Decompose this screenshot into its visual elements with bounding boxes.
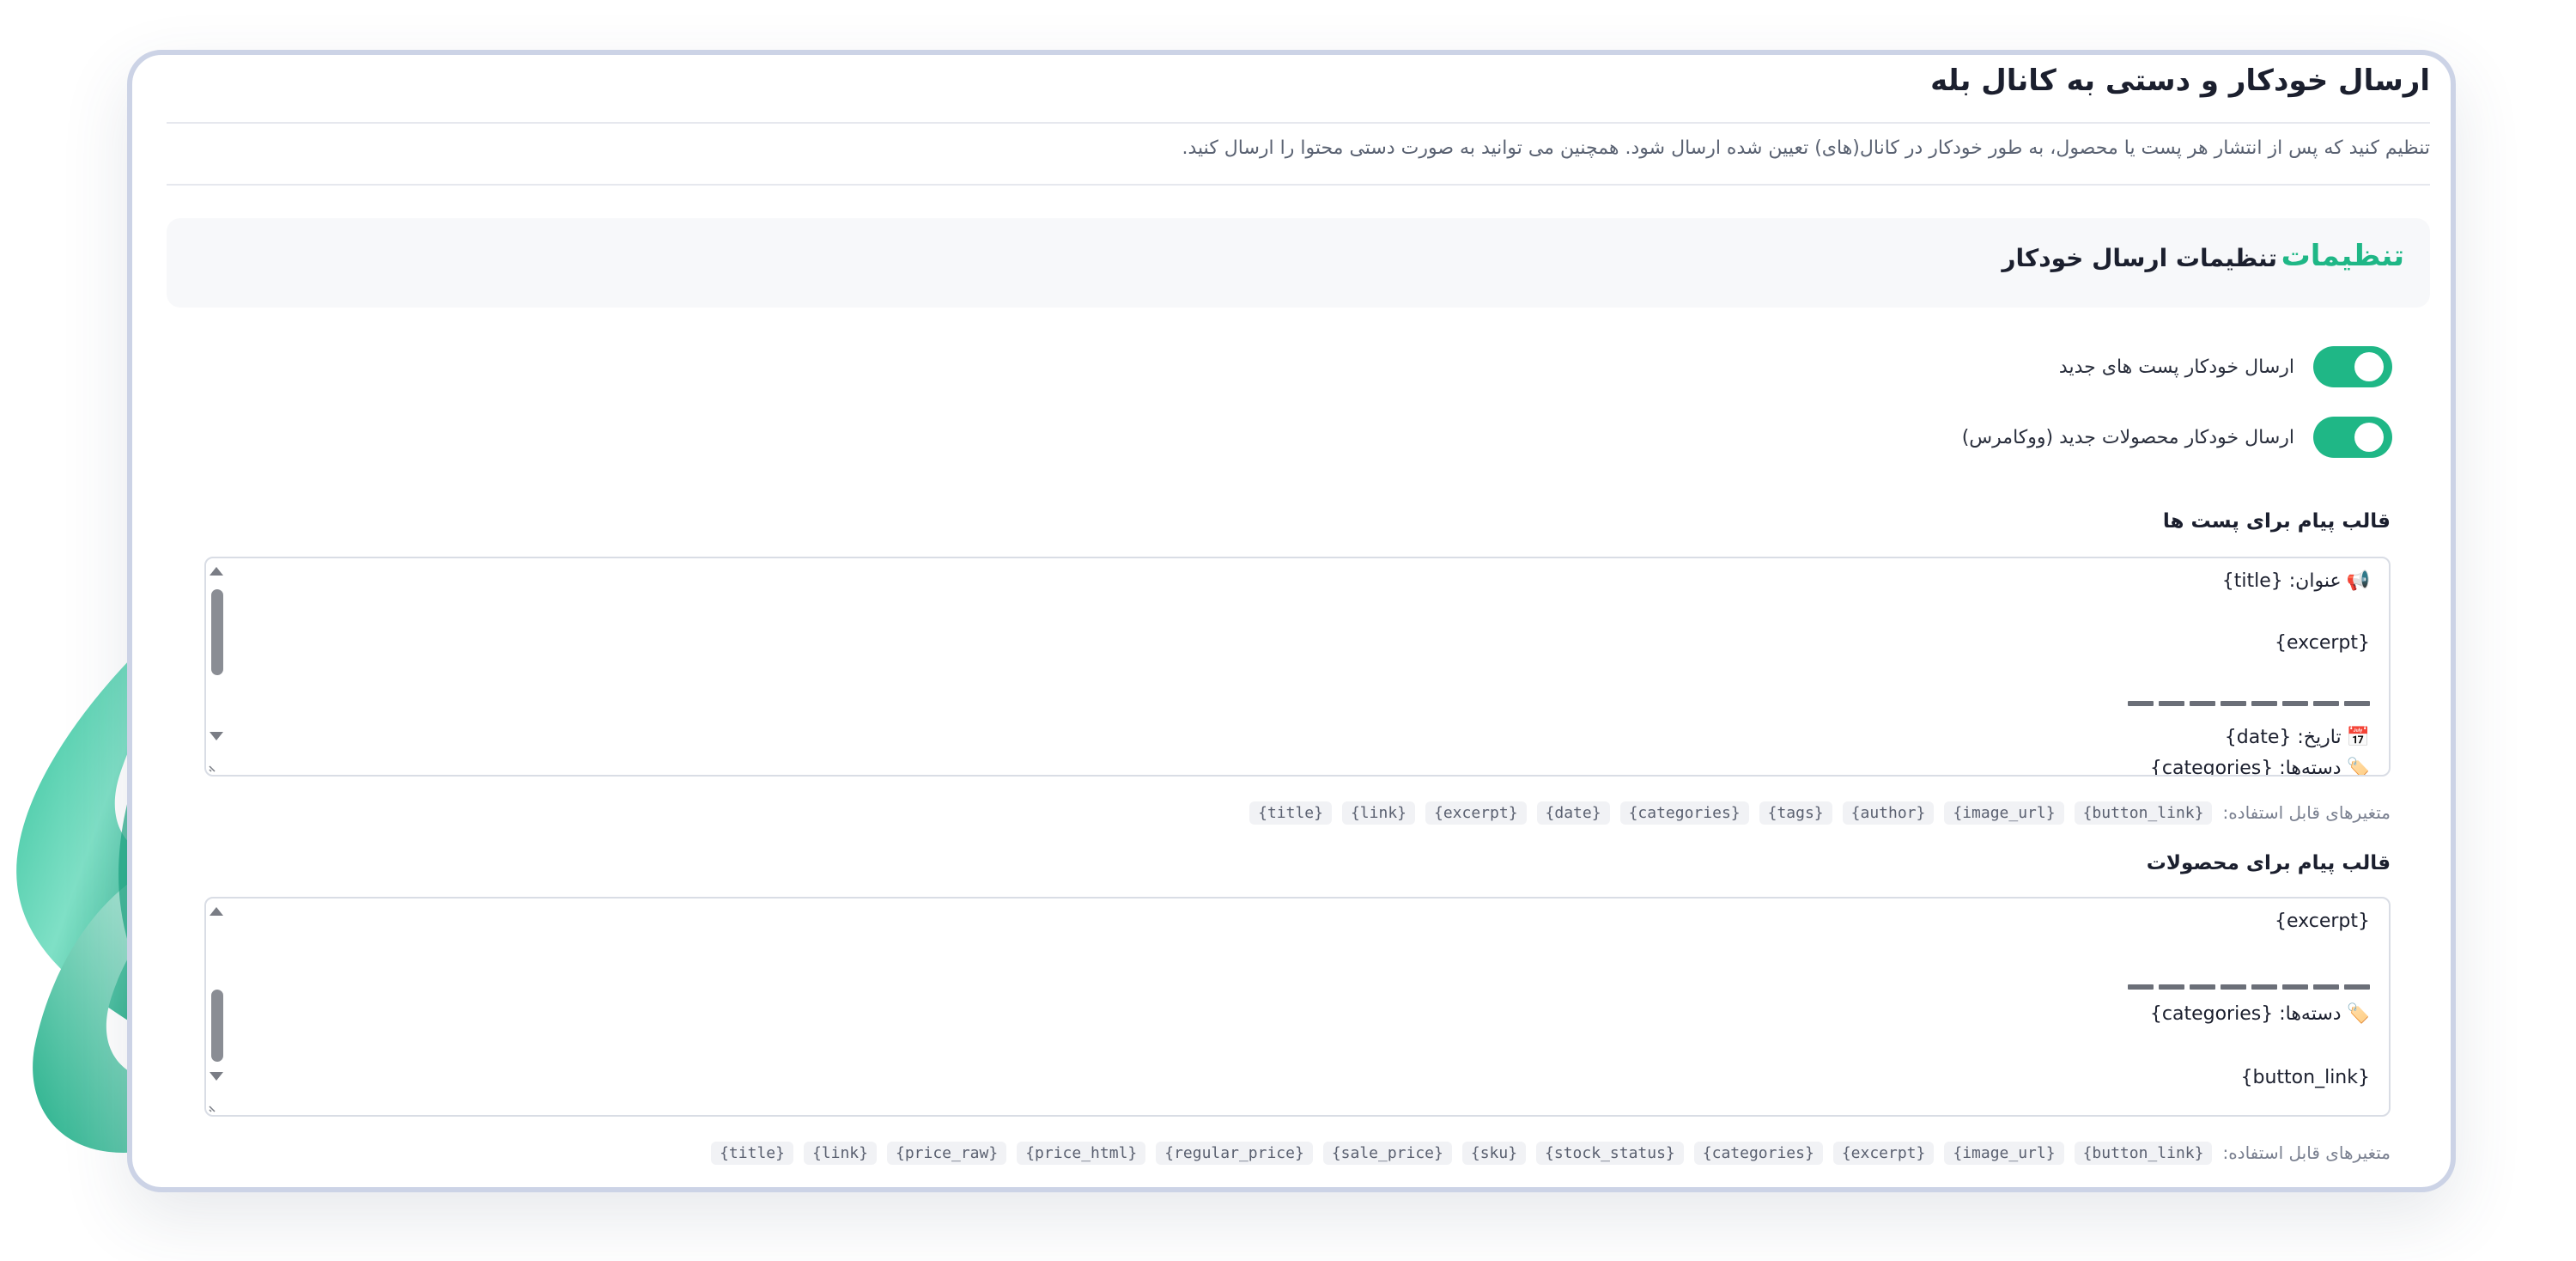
product-template-scrollbar[interactable]: [206, 899, 228, 1115]
resize-grip-icon[interactable]: [208, 1101, 220, 1113]
page-description: تنظیم کنید که پس از انتشار هر پست یا محص…: [1182, 137, 2431, 159]
variable-chip: {stock_status}: [1536, 1141, 1684, 1165]
post-template-textarea[interactable]: 📢عنوان: {title} {excerpt} 📅تاریخ: {date}…: [204, 557, 2391, 777]
variable-chip: {image_url}: [1944, 801, 2064, 825]
settings-accent-label: تنظیمات: [2281, 239, 2404, 273]
description-divider: [167, 184, 2430, 186]
variable-chip: {author}: [1842, 801, 1935, 825]
variable-chip: {price_raw}: [886, 1141, 1007, 1165]
variable-chip: {link}: [803, 1141, 877, 1165]
resize-grip-icon[interactable]: [208, 761, 220, 773]
product-template-label: قالب پیام برای محصولات: [2146, 852, 2391, 874]
product-categories-line: 🏷️دسته‌ها: {categories}: [2149, 1003, 2370, 1025]
variable-chip: {button_link}: [2074, 801, 2213, 825]
scroll-down-arrow[interactable]: [210, 1072, 223, 1081]
product-template-textarea[interactable]: {excerpt} 🏷️دسته‌ها: {categories} {butto…: [204, 897, 2391, 1117]
post-excerpt-line: {excerpt}: [2274, 632, 2370, 654]
post-title-line: 📢عنوان: {title}: [2221, 570, 2370, 592]
product-button-link-line: {button_link}: [2240, 1067, 2370, 1088]
product-variables-label: متغیرهای قابل استفاده:: [2222, 1142, 2391, 1163]
variable-chip: {sale_price}: [1322, 1141, 1452, 1165]
toggle-row-auto-posts: ارسال خودکار پست های جدید: [2059, 346, 2392, 387]
post-date-line: 📅تاریخ: {date}: [2224, 727, 2370, 748]
post-variables-row: متغیرهای قابل استفاده: {button_link} {im…: [1249, 799, 2391, 826]
variable-chip: {price_html}: [1017, 1141, 1146, 1165]
main-panel: ارسال خودکار و دستی به کانال بله تنظیم ک…: [127, 50, 2456, 1192]
scroll-down-arrow[interactable]: [210, 732, 223, 740]
auto-products-label: ارسال خودکار محصولات جدید (ووکامرس): [1961, 426, 2294, 448]
auto-posts-toggle[interactable]: [2313, 346, 2392, 387]
variable-chip: {image_url}: [1944, 1141, 2064, 1165]
variable-chip: {button_link}: [2074, 1141, 2213, 1165]
auto-products-toggle[interactable]: [2313, 417, 2392, 458]
product-excerpt-line: {excerpt}: [2274, 911, 2370, 932]
calendar-icon: 📅: [2346, 727, 2370, 748]
settings-header: تنظیمات تنظیمات ارسال خودکار: [167, 218, 2430, 308]
variable-chip: {date}: [1536, 801, 1610, 825]
post-variables-label: متغیرهای قابل استفاده:: [2222, 802, 2391, 823]
scroll-thumb[interactable]: [211, 990, 223, 1062]
tag-icon: 🏷️: [2346, 758, 2370, 777]
title-divider: [167, 122, 2430, 124]
post-template-scrollbar[interactable]: [206, 558, 228, 775]
variable-chip: {title}: [711, 1141, 793, 1165]
toggle-row-auto-products: ارسال خودکار محصولات جدید (ووکامرس): [1962, 417, 2392, 458]
scroll-thumb[interactable]: [211, 589, 223, 675]
scroll-up-arrow[interactable]: [210, 567, 223, 576]
page-title: ارسال خودکار و دستی به کانال بله: [1930, 64, 2430, 98]
variable-chip: {excerpt}: [1832, 1141, 1935, 1165]
variable-chip: {link}: [1341, 801, 1415, 825]
variable-chip: {tags}: [1759, 801, 1832, 825]
post-categories-line: 🏷️دسته‌ها: {categories}: [2150, 758, 2370, 777]
auto-posts-label: ارسال خودکار پست های جدید: [2058, 356, 2294, 378]
product-variables-row: متغیرهای قابل استفاده: {button_link} {im…: [711, 1139, 2391, 1167]
scroll-up-arrow[interactable]: [210, 907, 223, 916]
variable-chip: {categories}: [1619, 801, 1749, 825]
megaphone-icon: 📢: [2346, 570, 2370, 592]
variable-chip: {excerpt}: [1425, 801, 1527, 825]
product-divider-line: [2128, 984, 2370, 990]
settings-title: تنظیمات ارسال خودکار: [2002, 244, 2277, 272]
post-divider-line: [2128, 701, 2370, 706]
toggle-knob: [2354, 423, 2384, 452]
variable-chip: {regular_price}: [1156, 1141, 1313, 1165]
toggle-knob: [2354, 352, 2384, 381]
variable-chip: {categories}: [1693, 1141, 1823, 1165]
tag-icon: 🏷️: [2346, 1003, 2370, 1025]
variable-chip: {sku}: [1461, 1141, 1527, 1165]
variable-chip: {title}: [1249, 801, 1332, 825]
post-template-label: قالب پیام برای پست ها: [2162, 510, 2391, 533]
